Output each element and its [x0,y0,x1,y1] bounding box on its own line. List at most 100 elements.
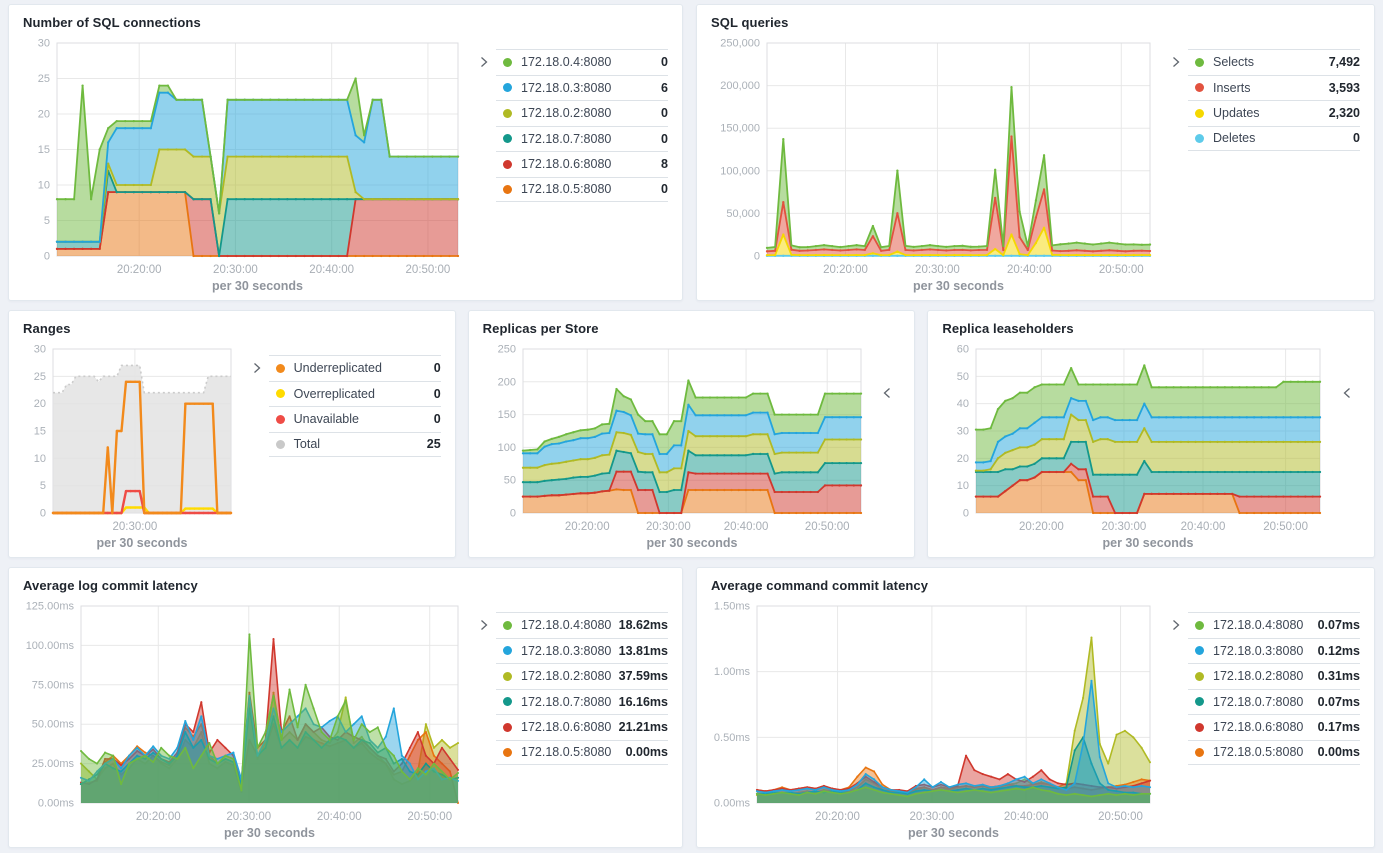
legend-collapse-chevron[interactable] [472,612,496,631]
legend-row[interactable]: 172.18.0.3:80806 [496,75,668,101]
panel-title: Number of SQL connections [23,15,668,33]
legend-row[interactable]: Unavailable0 [269,406,441,432]
legend-collapse-chevron[interactable] [1164,49,1188,68]
chart-canvas[interactable]: 010203040506020:20:0020:30:0020:40:0020:… [942,339,1334,553]
series-color-dot [276,389,285,398]
legend-collapse-chevron[interactable] [245,355,269,374]
legend-row[interactable]: 172.18.0.6:80808 [496,151,668,177]
chart-canvas[interactable]: 050,000100,000150,000200,000250,00020:20… [711,33,1164,296]
legend-row[interactable]: 172.18.0.5:80800 [496,177,668,203]
series-color-dot [1195,83,1204,92]
series-value: 0 [661,182,668,196]
log-commit-latency-chart[interactable]: 0.00ms25.00ms50.00ms75.00ms100.00ms125.0… [23,596,472,843]
command-commit-latency-legend: 172.18.0.4:80800.07ms172.18.0.3:80800.12… [1164,596,1360,843]
svg-text:0: 0 [44,251,50,263]
sql-queries-chart[interactable]: 050,000100,000150,000200,000250,00020:20… [711,33,1164,296]
legend-row[interactable]: Underreplicated0 [269,355,441,381]
legend-collapse-chevron[interactable] [1164,612,1188,631]
series-color-dot [1195,748,1204,757]
series-label: 172.18.0.5:8080 [521,745,626,759]
legend-row[interactable]: 172.18.0.6:808021.21ms [496,714,668,740]
legend-row[interactable]: 172.18.0.6:80800.17ms [1188,714,1360,740]
legend-row[interactable]: 172.18.0.5:80800.00ms [1188,740,1360,766]
svg-text:20:30:00: 20:30:00 [1102,521,1147,533]
chevron-right-icon [1170,56,1182,68]
series-label: 172.18.0.2:8080 [1213,669,1318,683]
replica-leaseholders-chart[interactable]: 010203040506020:20:0020:30:0020:40:0020:… [942,339,1334,553]
chevron-left-icon [1341,387,1353,399]
legend-row[interactable]: 172.18.0.4:80800.07ms [1188,612,1360,638]
chart-canvas[interactable]: 05010015020025020:20:0020:30:0020:40:002… [483,339,875,553]
legend-table: 172.18.0.4:808018.62ms172.18.0.3:808013.… [496,612,668,765]
legend-row[interactable]: 172.18.0.2:80800.31ms [1188,663,1360,689]
legend-row[interactable]: Overreplicated0 [269,381,441,407]
series-label: Selects [1213,55,1329,69]
svg-text:per 30 seconds: per 30 seconds [646,536,737,550]
legend-row[interactable]: 172.18.0.7:808016.16ms [496,689,668,715]
svg-text:0: 0 [963,508,969,520]
chart-canvas[interactable]: 05101520253020:30:00per 30 seconds [23,339,245,553]
series-label: 172.18.0.3:8080 [1213,644,1318,658]
svg-text:25: 25 [34,371,46,383]
legend-row[interactable]: 172.18.0.3:808013.81ms [496,638,668,664]
series-label: 172.18.0.6:8080 [521,157,661,171]
svg-text:1.00ms: 1.00ms [714,666,751,678]
series-color-dot [503,697,512,706]
legend-row[interactable]: 172.18.0.7:80800 [496,126,668,152]
legend-row[interactable]: 172.18.0.3:80800.12ms [1188,638,1360,664]
series-label: Deletes [1213,131,1353,145]
legend-row[interactable]: 172.18.0.5:80800.00ms [496,740,668,766]
sql-connections-chart[interactable]: 05101520253020:20:0020:30:0020:40:0020:5… [23,33,472,296]
legend-row[interactable]: 172.18.0.7:80800.07ms [1188,689,1360,715]
legend-row[interactable]: 172.18.0.2:808037.59ms [496,663,668,689]
chart-canvas[interactable]: 0.00ms0.50ms1.00ms1.50ms20:20:0020:30:00… [711,596,1164,843]
series-color-dot [503,83,512,92]
series-value: 0.12ms [1318,644,1360,658]
series-value: 13.81ms [619,644,668,658]
series-label: 172.18.0.2:8080 [521,669,619,683]
legend-row[interactable]: Updates2,320 [1188,100,1360,126]
svg-text:5: 5 [44,215,50,227]
command-commit-latency-chart[interactable]: 0.00ms0.50ms1.00ms1.50ms20:20:0020:30:00… [711,596,1164,843]
legend-row[interactable]: Selects7,492 [1188,49,1360,75]
ranges-chart[interactable]: 05101520253020:30:00per 30 seconds [23,339,245,553]
series-color-dot [1195,134,1204,143]
svg-text:1.50ms: 1.50ms [714,601,751,613]
series-label: 172.18.0.7:8080 [1213,695,1318,709]
leaseholders-legend-expand[interactable] [1334,339,1360,553]
chart-canvas[interactable]: 05101520253020:20:0020:30:0020:40:0020:5… [23,33,472,296]
legend-row[interactable]: Total25 [269,432,441,458]
replicas-legend-expand[interactable] [874,339,900,553]
legend-row[interactable]: Deletes0 [1188,126,1360,152]
dashboard-row-2: Ranges 05101520253020:30:00per 30 second… [8,310,1375,558]
panel-title: Replicas per Store [483,321,901,339]
legend-row[interactable]: 172.18.0.4:808018.62ms [496,612,668,638]
svg-text:15: 15 [38,144,50,156]
series-color-dot [503,134,512,143]
legend-table: Selects7,492Inserts3,593Updates2,320Dele… [1188,49,1360,151]
svg-text:20:20:00: 20:20:00 [564,521,609,533]
chart-canvas[interactable]: 0.00ms25.00ms50.00ms75.00ms100.00ms125.0… [23,596,472,843]
series-color-dot [276,415,285,424]
svg-text:0.00ms: 0.00ms [38,798,75,810]
svg-text:100,000: 100,000 [720,165,760,177]
series-color-dot [1195,723,1204,732]
series-color-dot [1195,672,1204,681]
series-color-dot [276,364,285,373]
svg-text:40: 40 [957,398,969,410]
legend-row[interactable]: Inserts3,593 [1188,75,1360,101]
svg-text:0.50ms: 0.50ms [714,732,751,744]
svg-text:20:40:00: 20:40:00 [317,811,362,823]
legend-collapse-chevron[interactable] [472,49,496,68]
svg-text:150: 150 [497,409,515,421]
svg-text:5: 5 [40,480,46,492]
svg-text:200: 200 [497,376,515,388]
series-label: 172.18.0.6:8080 [1213,720,1318,734]
legend-row[interactable]: 172.18.0.2:80800 [496,100,668,126]
replicas-per-store-chart[interactable]: 05010015020025020:20:0020:30:0020:40:002… [483,339,875,553]
chevron-left-icon [881,387,893,399]
series-color-dot [1195,58,1204,67]
legend-row[interactable]: 172.18.0.4:80800 [496,49,668,75]
series-value: 0.00ms [1318,745,1360,759]
series-value: 0.07ms [1318,695,1360,709]
